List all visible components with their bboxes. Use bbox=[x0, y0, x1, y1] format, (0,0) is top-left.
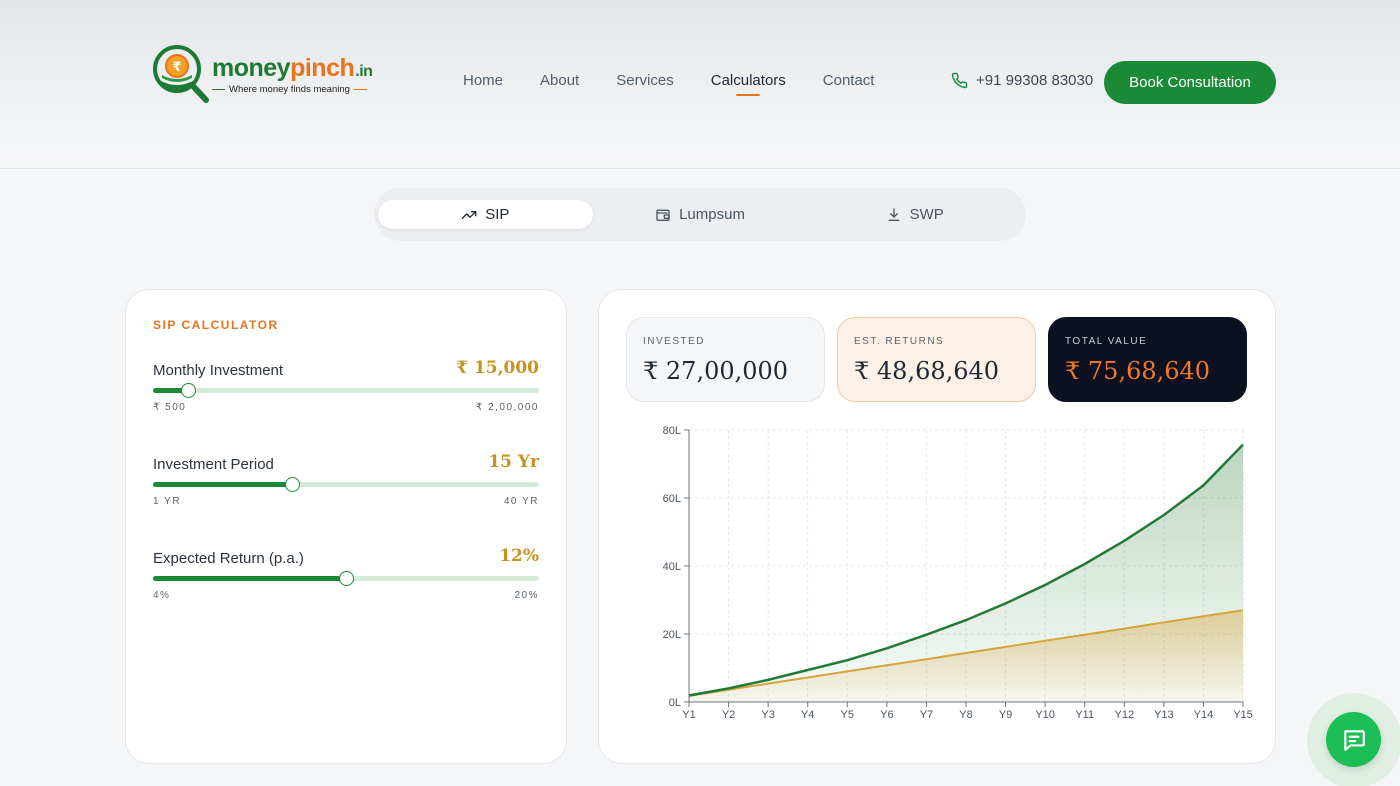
tagline-dash-left bbox=[212, 88, 225, 91]
expected-return-slider-group: Expected Return (p.a.) 12% 4% 20% bbox=[153, 546, 539, 614]
investment-period-min: 1 YR bbox=[153, 496, 182, 507]
tab-sip[interactable]: SIP bbox=[378, 200, 593, 229]
expected-return-slider[interactable] bbox=[153, 571, 539, 586]
x-tick-label: Y3 bbox=[761, 709, 774, 721]
investment-period-max: 40 YR bbox=[503, 496, 539, 507]
investment-period-slider[interactable] bbox=[153, 477, 539, 492]
nav-calculators[interactable]: Calculators bbox=[710, 72, 787, 96]
slider-fill bbox=[153, 576, 346, 581]
nav-calculators-label: Calculators bbox=[710, 72, 786, 89]
investment-period-label: Investment Period bbox=[153, 456, 274, 473]
x-tick-label: Y7 bbox=[920, 709, 933, 721]
tab-lumpsum[interactable]: Lumpsum bbox=[593, 200, 808, 229]
chat-button[interactable] bbox=[1326, 712, 1381, 767]
x-tick-label: Y9 bbox=[999, 709, 1012, 721]
brand-name-part1: money bbox=[212, 54, 291, 82]
brand-name-tld: .in bbox=[355, 63, 373, 80]
tagline-text: Where money finds meaning bbox=[229, 84, 350, 95]
tab-lumpsum-label: Lumpsum bbox=[679, 206, 745, 223]
main-nav: Home About Services Calculators Contact bbox=[462, 72, 876, 96]
svg-text:₹: ₹ bbox=[172, 60, 181, 75]
expected-return-value: 12% bbox=[499, 546, 539, 566]
tagline-dash-right bbox=[353, 88, 367, 91]
x-tick-label: Y14 bbox=[1194, 709, 1214, 721]
chat-icon bbox=[1343, 729, 1365, 751]
y-tick-label: 80L bbox=[663, 425, 681, 437]
nav-home[interactable]: Home bbox=[462, 72, 504, 94]
brand-name-part2: pinch bbox=[290, 54, 355, 82]
expected-return-label: Expected Return (p.a.) bbox=[153, 550, 304, 567]
slider-thumb[interactable] bbox=[284, 477, 300, 492]
expected-return-max: 20% bbox=[514, 590, 539, 601]
nav-about[interactable]: About bbox=[539, 72, 580, 94]
x-tick-label: Y4 bbox=[801, 709, 814, 721]
y-tick-label: 0L bbox=[669, 697, 681, 709]
tab-sip-label: SIP bbox=[485, 206, 510, 223]
tab-swp[interactable]: SWP bbox=[807, 200, 1022, 229]
monthly-investment-label: Monthly Investment bbox=[153, 362, 284, 379]
site-header: ₹ moneypinch.in Where money finds meanin… bbox=[0, 0, 1400, 169]
chart-areas bbox=[689, 444, 1243, 702]
results-card: INVESTED ₹ 27,00,000 EST. RETURNS ₹ 48,6… bbox=[598, 289, 1276, 764]
x-tick-label: Y1 bbox=[682, 709, 695, 721]
phone-icon bbox=[951, 72, 968, 89]
brand-tagline: Where money finds meaning bbox=[212, 84, 367, 95]
monthly-investment-slider[interactable] bbox=[153, 383, 539, 398]
slider-thumb[interactable] bbox=[180, 383, 196, 398]
x-tick-label: Y11 bbox=[1075, 709, 1094, 721]
x-tick-label: Y2 bbox=[722, 709, 735, 721]
tab-swp-label: SWP bbox=[909, 206, 944, 223]
active-nav-indicator bbox=[736, 94, 761, 96]
monthly-investment-value: ₹ 15,000 bbox=[456, 358, 539, 378]
x-tick-label: Y5 bbox=[841, 709, 854, 721]
x-tick-label: Y12 bbox=[1114, 709, 1134, 721]
slider-thumb[interactable] bbox=[339, 571, 354, 586]
growth-area-chart: 0L 20L 40L 60L 80L Y1 Y2 Y3 Y4 Y5 Y6 Y7 Y8 Y9 Y10 Y11 Y1… bbox=[663, 425, 1253, 721]
wallet-icon bbox=[656, 209, 670, 221]
x-tick-label: Y10 bbox=[1035, 709, 1055, 721]
investment-period-value: 15 Yr bbox=[488, 452, 539, 472]
x-tick-label: Y8 bbox=[959, 709, 972, 721]
calculator-tabs: SIP Lumpsum SWP bbox=[374, 188, 1026, 241]
phone-number: +91 99308 83030 bbox=[976, 72, 1094, 89]
sip-calculator-card: SIP CALCULATOR Monthly Investment ₹ 15,0… bbox=[125, 289, 567, 764]
slider-fill bbox=[153, 482, 292, 487]
brand-wordmark: moneypinch.in bbox=[212, 54, 373, 83]
monthly-investment-max: ₹ 2,00,000 bbox=[475, 402, 539, 413]
x-tick-label: Y15 bbox=[1233, 709, 1253, 721]
book-consultation-button[interactable]: Book Consultation bbox=[1104, 61, 1276, 104]
phone-link[interactable]: +91 99308 83030 bbox=[951, 72, 1093, 89]
trending-up-icon bbox=[461, 210, 477, 219]
investment-period-slider-group: Investment Period 15 Yr 1 YR 40 YR bbox=[153, 452, 539, 520]
x-tick-label: Y13 bbox=[1154, 709, 1174, 721]
expected-return-min: 4% bbox=[153, 590, 171, 601]
nav-contact[interactable]: Contact bbox=[822, 72, 876, 94]
nav-services[interactable]: Services bbox=[615, 72, 675, 94]
y-tick-label: 60L bbox=[663, 493, 681, 505]
brand-logo[interactable]: ₹ moneypinch.in Where money finds meanin… bbox=[150, 44, 380, 104]
monthly-investment-min: ₹ 500 bbox=[153, 402, 187, 413]
monthly-investment-slider-group: Monthly Investment ₹ 15,000 ₹ 500 ₹ 2,00… bbox=[153, 358, 539, 426]
magnifier-coin-logo-icon: ₹ bbox=[153, 45, 209, 103]
x-tick-label: Y6 bbox=[880, 709, 893, 721]
download-icon bbox=[888, 207, 899, 221]
y-tick-label: 40L bbox=[663, 561, 681, 573]
calculator-heading: SIP CALCULATOR bbox=[153, 318, 279, 332]
y-tick-label: 20L bbox=[663, 629, 681, 641]
